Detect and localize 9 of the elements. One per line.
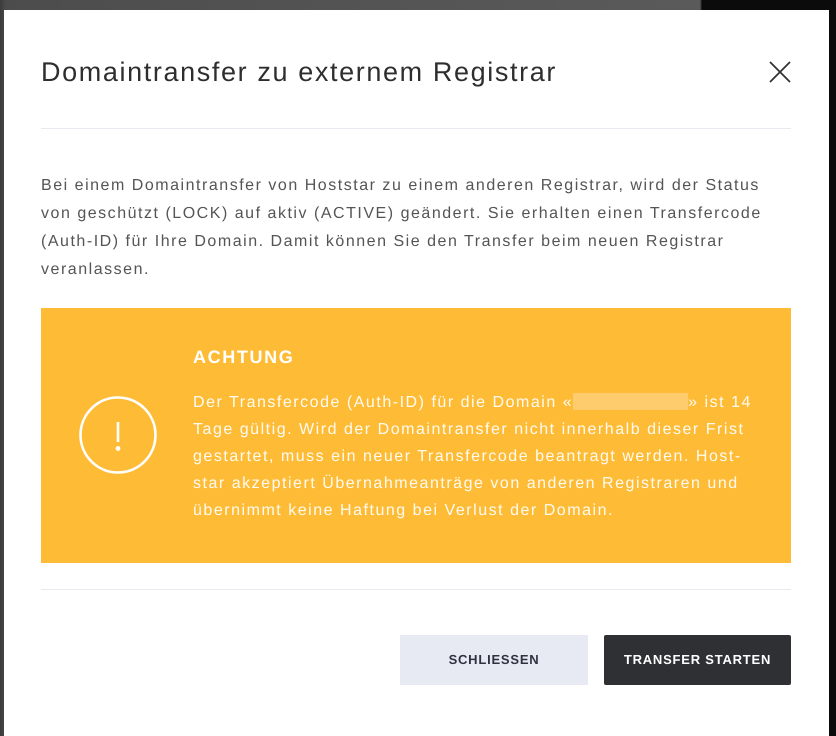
alert-title: ACHTUNG xyxy=(193,346,296,369)
close-button[interactable] xyxy=(769,61,791,83)
dialog-title: Domaintransfer zu externem Registrar xyxy=(41,56,557,89)
exclamation-circle-icon xyxy=(79,396,157,474)
close-icon xyxy=(769,61,791,83)
start-transfer-button[interactable]: TRANSFER STARTEN xyxy=(604,635,791,685)
alert-message: Der Transfercode (Auth-ID) für die Domain « » ist 14 Tage gültig. Wird der Domaintransfer nicht innerhalb dieser Frist gestartet, muss ein neuer Transfercode beantragt werden. Host-star akzeptiert Übernahmeanträge von anderen Registraren und übernimmt keine Haftung bei Verlust der Domain. xyxy=(193,392,753,521)
intro-paragraph: Bei einem Domaintransfer von Hoststar zu einem anderen Registrar, wird der Status von geschützt (LOCK) auf aktiv (ACTIVE) geändert. Sie erhalten einen Transfercode (Auth-ID) für Ihre Domain. Damit können Sie den Transfer beim neuen Registrar veranlassen. xyxy=(41,176,763,280)
close-dialog-button[interactable]: SCHLIESSEN xyxy=(400,635,588,685)
